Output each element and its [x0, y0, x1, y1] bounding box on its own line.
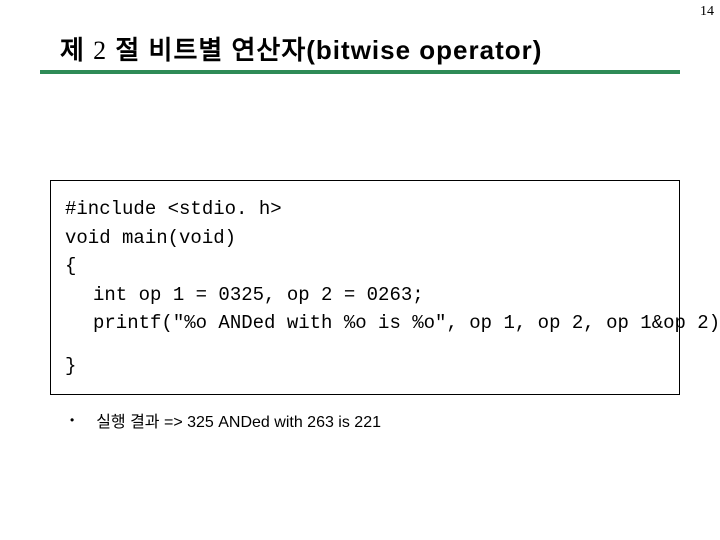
title-prefix: 제 — [60, 35, 93, 65]
code-line-3: { — [65, 252, 669, 281]
title-number: 2 — [93, 36, 107, 65]
code-line-5: printf("%o ANDed with %o is %o", op 1, o… — [65, 309, 669, 338]
code-gap — [65, 338, 669, 352]
code-line-4: int op 1 = 0325, op 2 = 0263; — [65, 281, 669, 310]
code-box: #include <stdio. h> void main(void) { in… — [50, 180, 680, 395]
bullet-icon: • — [70, 413, 74, 427]
page-number: 14 — [700, 4, 714, 20]
code-line-6: } — [65, 352, 669, 381]
result-text: 실행 결과 => 325 ANDed with 263 is 221 — [96, 408, 381, 432]
result-row: • 실행 결과 => 325 ANDed with 263 is 221 — [70, 408, 680, 432]
code-line-2: void main(void) — [65, 224, 669, 253]
title-suffix: 절 비트별 연산자(bitwise operator) — [107, 35, 542, 65]
code-line-1: #include <stdio. h> — [65, 195, 669, 224]
title-section: 제 2 절 비트별 연산자(bitwise operator) — [60, 30, 680, 67]
title-underline — [40, 70, 680, 74]
slide: 14 제 2 절 비트별 연산자(bitwise operator) #incl… — [0, 0, 720, 540]
slide-title: 제 2 절 비트별 연산자(bitwise operator) — [60, 30, 680, 67]
